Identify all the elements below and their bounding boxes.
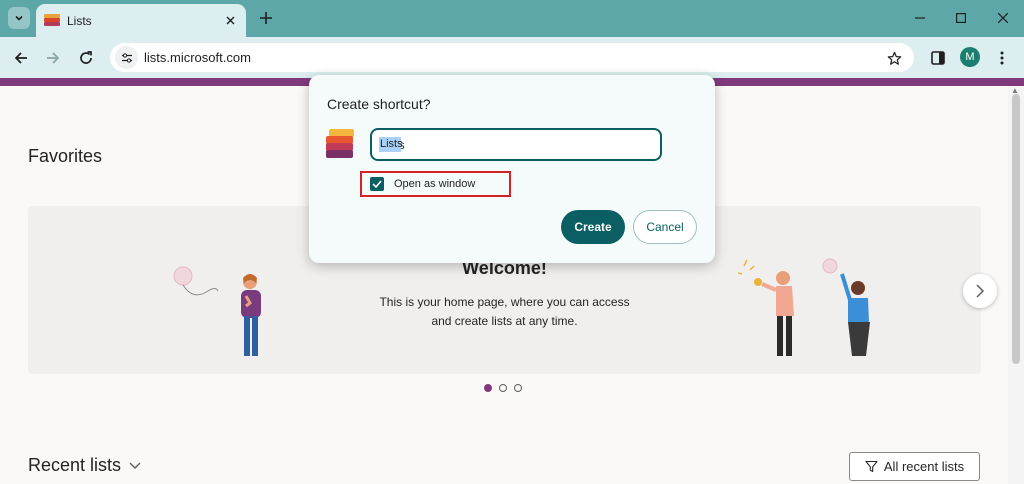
lists-app-icon <box>326 129 354 158</box>
all-recent-lists-button[interactable]: All recent lists <box>849 452 980 481</box>
tab-title: Lists <box>67 13 92 28</box>
arrow-right-icon <box>47 52 60 64</box>
maximize-button[interactable] <box>948 6 974 30</box>
plus-icon <box>260 12 272 24</box>
welcome-line-1: This is your home page, where you can ac… <box>379 295 630 309</box>
tab-lists[interactable]: Lists <box>36 4 246 37</box>
scroll-thumb[interactable] <box>1012 94 1020 364</box>
carousel-dot-2[interactable] <box>499 384 507 392</box>
shortcut-name-selected-text: Lists <box>380 138 403 150</box>
create-shortcut-dialog: Create shortcut? Lists Open as window Cr… <box>309 75 715 263</box>
open-as-window-label: Open as window <box>394 178 476 190</box>
back-button[interactable] <box>9 46 33 70</box>
carousel-dot-1[interactable] <box>484 384 492 392</box>
shortcut-name-input[interactable] <box>370 128 662 161</box>
checkmark-icon <box>372 180 382 188</box>
cancel-button[interactable]: Cancel <box>633 210 697 244</box>
carousel-next-button[interactable] <box>963 274 997 308</box>
tab-bar: Lists <box>0 0 1024 37</box>
open-as-window-checkbox[interactable] <box>370 177 384 191</box>
favorites-heading: Favorites <box>28 146 103 166</box>
kebab-menu-icon <box>1000 51 1004 65</box>
browser-toolbar: lists.microsoft.com M <box>0 37 1024 78</box>
page-scrollbar[interactable]: ▲ <box>1008 86 1024 484</box>
close-window-button[interactable] <box>990 6 1016 30</box>
address-bar[interactable]: lists.microsoft.com <box>110 43 914 72</box>
url-text[interactable]: lists.microsoft.com <box>144 50 251 65</box>
side-panel-icon <box>931 51 945 65</box>
close-tab-icon[interactable] <box>222 13 238 29</box>
minimize-button[interactable] <box>907 6 933 30</box>
new-tab-button[interactable] <box>256 8 276 28</box>
chevron-down-icon <box>129 462 141 469</box>
filter-icon <box>865 460 878 473</box>
reload-icon <box>80 51 92 64</box>
tune-icon <box>121 52 132 63</box>
all-recent-lists-label: All recent lists <box>883 459 965 474</box>
star-icon <box>887 51 901 65</box>
carousel-pagination <box>484 384 522 392</box>
browser-menu-button[interactable] <box>990 46 1014 70</box>
dialog-title: Create shortcut? <box>327 96 431 112</box>
site-info-button[interactable] <box>115 46 138 69</box>
open-as-window-option[interactable]: Open as window <box>360 171 511 197</box>
tab-search-icon[interactable] <box>8 7 30 29</box>
create-button[interactable]: Create <box>561 210 625 244</box>
recent-lists-heading[interactable]: Recent lists <box>28 455 141 476</box>
profile-avatar[interactable]: M <box>960 47 980 67</box>
forward-button[interactable] <box>41 46 65 70</box>
welcome-line-2: and create lists at any time. <box>431 314 578 328</box>
chevron-right-icon <box>976 284 985 298</box>
bookmark-button[interactable] <box>884 48 904 68</box>
side-panel-button[interactable] <box>926 46 950 70</box>
welcome-description: This is your home page, where you can ac… <box>28 293 981 331</box>
arrow-left-icon <box>14 52 27 64</box>
reload-button[interactable] <box>74 46 98 70</box>
recent-lists-label: Recent lists <box>28 455 122 475</box>
lists-favicon <box>44 13 60 28</box>
carousel-dot-3[interactable] <box>514 384 522 392</box>
